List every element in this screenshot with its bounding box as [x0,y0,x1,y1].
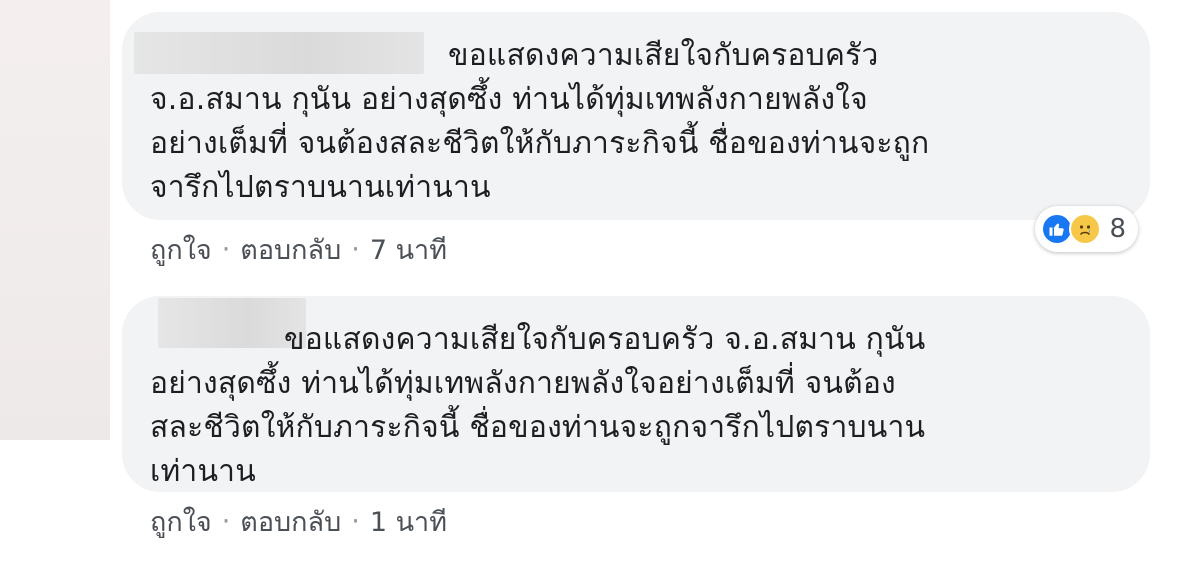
comment-line: ขอแสดงความเสียใจกับครอบครัว จ.อ.สมาน กุน… [284,322,926,357]
separator: · [221,234,231,265]
comment-line: ขอแสดงความเสียใจกับครอบครัว [448,38,879,73]
reply-link[interactable]: ตอบกลับ [240,500,341,543]
comment-thread: ขอแสดงความเสียใจกับครอบครัว จ.อ.สมาน กุน… [0,0,1200,571]
comment: ขอแสดงความเสียใจกับครอบครัว จ.อ.สมาน กุน… [122,12,1152,271]
comment-text: ขอแสดงความเสียใจกับครอบครัว จ.อ.สมาน กุน… [150,318,1110,494]
reaction-count: 8 [1109,214,1126,244]
comment-text: ขอแสดงความเสียใจกับครอบครัว จ.อ.สมาน กุน… [150,34,1110,210]
blurred-avatar-column [0,0,110,440]
reaction-summary[interactable]: 8 [1035,206,1138,252]
comment-timestamp[interactable]: 1 นาที [370,500,447,543]
like-link[interactable]: ถูกใจ [150,228,212,271]
comment-line: เท่านาน [150,454,256,489]
comment-bubble: ขอแสดงความเสียใจกับครอบครัว จ.อ.สมาน กุน… [122,12,1150,252]
comment-line: จ.อ.สมาน กุนัน อย่างสุดซึ้ง ท่านได้ทุ่มเ… [150,82,868,117]
comment-timestamp[interactable]: 7 นาที [370,228,447,271]
sad-icon [1069,213,1102,245]
comment-actions: ถูกใจ · ตอบกลับ · 7 นาที [122,228,1152,271]
comment-bubble: ขอแสดงความเสียใจกับครอบครัว จ.อ.สมาน กุน… [122,296,1150,492]
comment-actions: ถูกใจ · ตอบกลับ · 1 นาที [122,500,1152,543]
comment-line: อย่างสุดซึ้ง ท่านได้ทุ่มเทพลังกายพลังใจอ… [150,366,896,401]
separator: · [221,506,231,537]
separator: · [351,506,360,537]
comment-line: สละชีวิตให้กับภาระกิจนี้ ชื่อของท่านจะถู… [150,410,926,445]
reply-link[interactable]: ตอบกลับ [240,228,341,271]
like-link[interactable]: ถูกใจ [150,500,212,543]
comment-line: อย่างเต็มที่ จนต้องสละชีวิตให้กับภาระกิจ… [150,126,930,161]
separator: · [351,234,360,265]
comment-line: จารึกไปตราบนานเท่านาน [150,170,491,205]
comment: ขอแสดงความเสียใจกับครอบครัว จ.อ.สมาน กุน… [122,296,1152,543]
